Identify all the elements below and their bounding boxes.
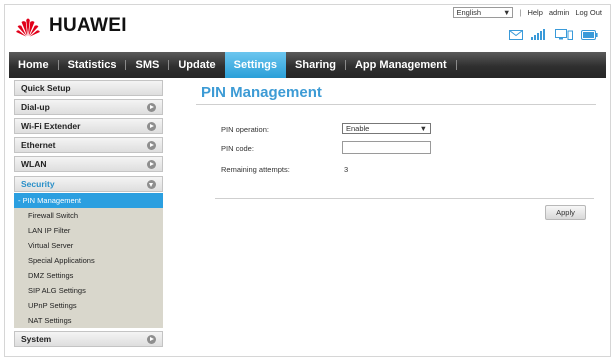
nav-sms[interactable]: SMS bbox=[126, 52, 168, 78]
battery-icon bbox=[581, 29, 598, 40]
sidebar-item-dmz-settings[interactable]: DMZ Settings bbox=[14, 268, 163, 283]
nav-sharing[interactable]: Sharing bbox=[286, 52, 345, 78]
nav-update[interactable]: Update bbox=[169, 52, 224, 78]
sidebar-item-wlan[interactable]: WLAN bbox=[14, 156, 163, 172]
sidebar-item-ethernet[interactable]: Ethernet bbox=[14, 137, 163, 153]
security-submenu: - PIN Management Firewall Switch LAN IP … bbox=[14, 193, 163, 328]
pin-operation-select[interactable]: Enable ▼ bbox=[342, 123, 431, 134]
chevron-right-icon bbox=[147, 140, 156, 150]
brand-name: HUAWEI bbox=[49, 15, 127, 36]
brand-logo: HUAWEI bbox=[15, 13, 127, 39]
sidebar-item-upnp-settings[interactable]: UPnP Settings bbox=[14, 298, 163, 313]
network-icon bbox=[555, 29, 573, 40]
status-icons bbox=[509, 29, 598, 40]
sidebar-item-wifi-extender[interactable]: Wi-Fi Extender bbox=[14, 118, 163, 134]
divider bbox=[215, 198, 594, 199]
remaining-attempts-value: 3 bbox=[344, 165, 349, 174]
chevron-down-icon: ▼ bbox=[419, 124, 427, 133]
sidebar-item-lan-ip-filter[interactable]: LAN IP Filter bbox=[14, 223, 163, 238]
language-value: English bbox=[456, 8, 482, 17]
user-name: admin bbox=[548, 8, 570, 17]
logout-link[interactable]: Log Out bbox=[575, 8, 602, 17]
apply-button[interactable]: Apply bbox=[545, 205, 586, 220]
chevron-right-icon bbox=[147, 121, 156, 131]
language-select[interactable]: English ▼ bbox=[453, 7, 514, 18]
page-title: PIN Management bbox=[201, 84, 322, 101]
sidebar-item-quick-setup[interactable]: Quick Setup bbox=[14, 80, 163, 96]
mail-icon[interactable] bbox=[509, 29, 523, 40]
sidebar-item-special-applications[interactable]: Special Applications bbox=[14, 253, 163, 268]
sidebar-item-firewall-switch[interactable]: Firewall Switch bbox=[14, 208, 163, 223]
sidebar-item-virtual-server[interactable]: Virtual Server bbox=[14, 238, 163, 253]
pin-code-input[interactable] bbox=[342, 141, 431, 154]
nav-settings[interactable]: Settings bbox=[224, 52, 287, 78]
top-links: English ▼ | Help admin Log Out bbox=[453, 7, 602, 18]
chevron-right-icon bbox=[147, 334, 156, 344]
pin-operation-label: PIN operation: bbox=[221, 125, 269, 134]
nav-statistics[interactable]: Statistics bbox=[59, 52, 126, 78]
chevron-right-icon bbox=[147, 102, 156, 112]
sidebar-item-sip-alg-settings[interactable]: SIP ALG Settings bbox=[14, 283, 163, 298]
sidebar-item-nat-settings[interactable]: NAT Settings bbox=[14, 313, 163, 328]
sidebar-item-label: Security bbox=[21, 179, 55, 189]
sidebar-item-label: Ethernet bbox=[21, 140, 56, 150]
help-link[interactable]: Help bbox=[527, 8, 542, 17]
pin-code-label: PIN code: bbox=[221, 144, 254, 153]
sidebar-item-label: WLAN bbox=[21, 159, 47, 169]
sidebar-item-dial-up[interactable]: Dial-up bbox=[14, 99, 163, 115]
nav-home[interactable]: Home bbox=[9, 52, 58, 78]
sidebar-item-label: Wi-Fi Extender bbox=[21, 121, 81, 131]
chevron-down-icon bbox=[147, 179, 156, 189]
nav-divider bbox=[455, 60, 457, 70]
divider: | bbox=[519, 8, 522, 17]
signal-icon bbox=[531, 29, 545, 40]
huawei-petals-icon bbox=[16, 18, 40, 37]
pin-operation-value: Enable bbox=[346, 124, 370, 133]
divider bbox=[196, 104, 596, 105]
main-nav: Home Statistics SMS Update Settings Shar… bbox=[9, 52, 606, 78]
chevron-down-icon: ▼ bbox=[503, 8, 511, 17]
sidebar-item-label: Dial-up bbox=[21, 102, 50, 112]
chevron-right-icon bbox=[147, 159, 156, 169]
remaining-attempts-label: Remaining attempts: bbox=[221, 165, 290, 174]
sidebar-item-pin-management[interactable]: - PIN Management bbox=[14, 193, 163, 208]
sidebar-item-label: Quick Setup bbox=[21, 83, 71, 93]
sidebar-item-security[interactable]: Security bbox=[14, 176, 163, 192]
nav-app-management[interactable]: App Management bbox=[346, 52, 456, 78]
sidebar-item-label: System bbox=[21, 334, 52, 344]
sidebar-item-system[interactable]: System bbox=[14, 331, 163, 347]
